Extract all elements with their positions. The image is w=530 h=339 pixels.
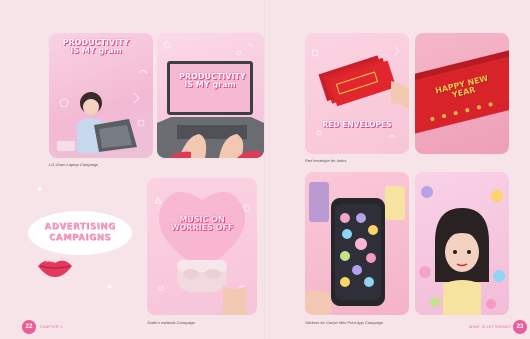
red-envelope-lettering: RED ENVELOPES — [322, 120, 392, 129]
lg-gram-lettering-2: PRODUCTIVITY IS MY gram — [179, 72, 246, 90]
lg-gram-photo-1: PRODUCTIVITY IS MY gram — [49, 33, 153, 158]
red-envelope-photo-1: RED ENVELOPES — [305, 33, 409, 154]
lg-gram-lettering-1: PRODUCTIVITY IS MY gram — [62, 38, 130, 56]
lg-gram-illustration-2 — [157, 41, 264, 158]
caption-canon: Stickers for Canon Mini Print App Campai… — [305, 320, 384, 325]
lips-illustration — [38, 260, 72, 277]
page-number-right: 23 — [513, 320, 527, 334]
canon-selfie-illustration — [419, 186, 505, 315]
sparkle-icon: ✦ — [106, 282, 114, 292]
canon-selfie-photo — [415, 172, 509, 315]
page-number-left: 22 — [22, 320, 36, 334]
section-title-line-2: CAMPAIGNS — [48, 233, 112, 243]
sparkle-icon: ✦ — [36, 184, 44, 194]
page-gutter — [264, 0, 266, 339]
canon-stickers-photo — [305, 172, 409, 315]
caption-red-envelope: Red envelope for Indos — [305, 158, 347, 163]
red-envelope-photo-2: HAPPY NEW YEAR — [415, 33, 509, 154]
footer-right: WHAT IS LETTERING? — [469, 325, 512, 329]
caption-sudio: Sudio's earbuds Campaign — [147, 320, 195, 325]
canon-phone-illustration — [305, 182, 405, 315]
sudio-lettering: MUSIC ON WORRIES OFF — [170, 215, 234, 233]
caption-lg-gram: LG Gram Laptop Campaign — [49, 162, 99, 167]
sudio-earbuds-photo: MUSIC ON WORRIES OFF — [147, 178, 257, 315]
magazine-spread: PRODUCTIVITY IS MY gram PRODUCTIVITY IS … — [0, 0, 530, 339]
section-title-line-1: ADVERTISING — [44, 222, 116, 232]
lg-gram-photo-2: PRODUCTIVITY IS MY gram — [157, 33, 264, 158]
red-envelope-illustration-1 — [311, 46, 409, 138]
sudio-illustration — [154, 192, 251, 315]
section-title: ADVERTISING CAMPAIGNS — [32, 222, 128, 244]
footer-left: CHAPTER 1 — [40, 325, 63, 329]
